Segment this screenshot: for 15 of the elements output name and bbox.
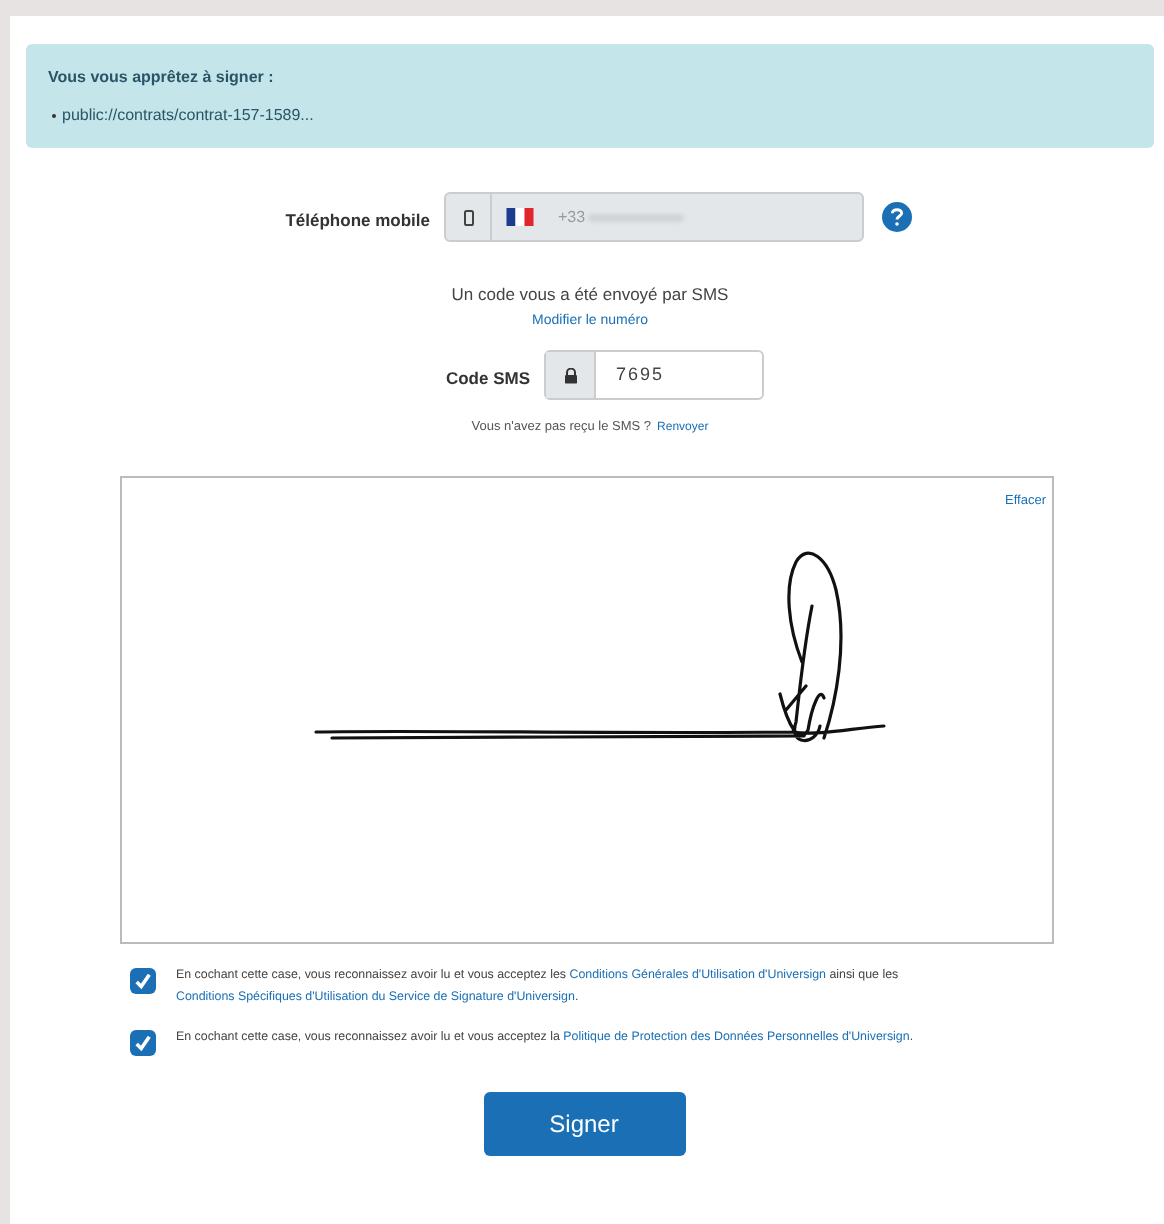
sms-sent-message: Un code vous a été envoyé par SMS	[451, 282, 729, 308]
checkbox[interactable]	[130, 1030, 156, 1056]
checkbox[interactable]	[130, 968, 156, 994]
sms-code-label: Code SMS	[445, 367, 530, 388]
help-icon[interactable]	[882, 202, 912, 232]
notice-title: Vous vous apprêtez à signer :	[48, 66, 276, 90]
phone-prefix: +33	[558, 205, 586, 229]
flag-icon	[506, 208, 534, 226]
lock-icon	[563, 367, 577, 384]
phone-label: Téléphone mobile	[285, 209, 430, 229]
phone-icon	[463, 209, 473, 225]
sms-code-value: 7695	[616, 362, 665, 388]
file-path: public://contrats/contrat-157-1589...	[62, 104, 314, 128]
sms-code-field[interactable]: 7695	[544, 350, 764, 401]
sign-button[interactable]: Signer	[483, 1092, 685, 1156]
